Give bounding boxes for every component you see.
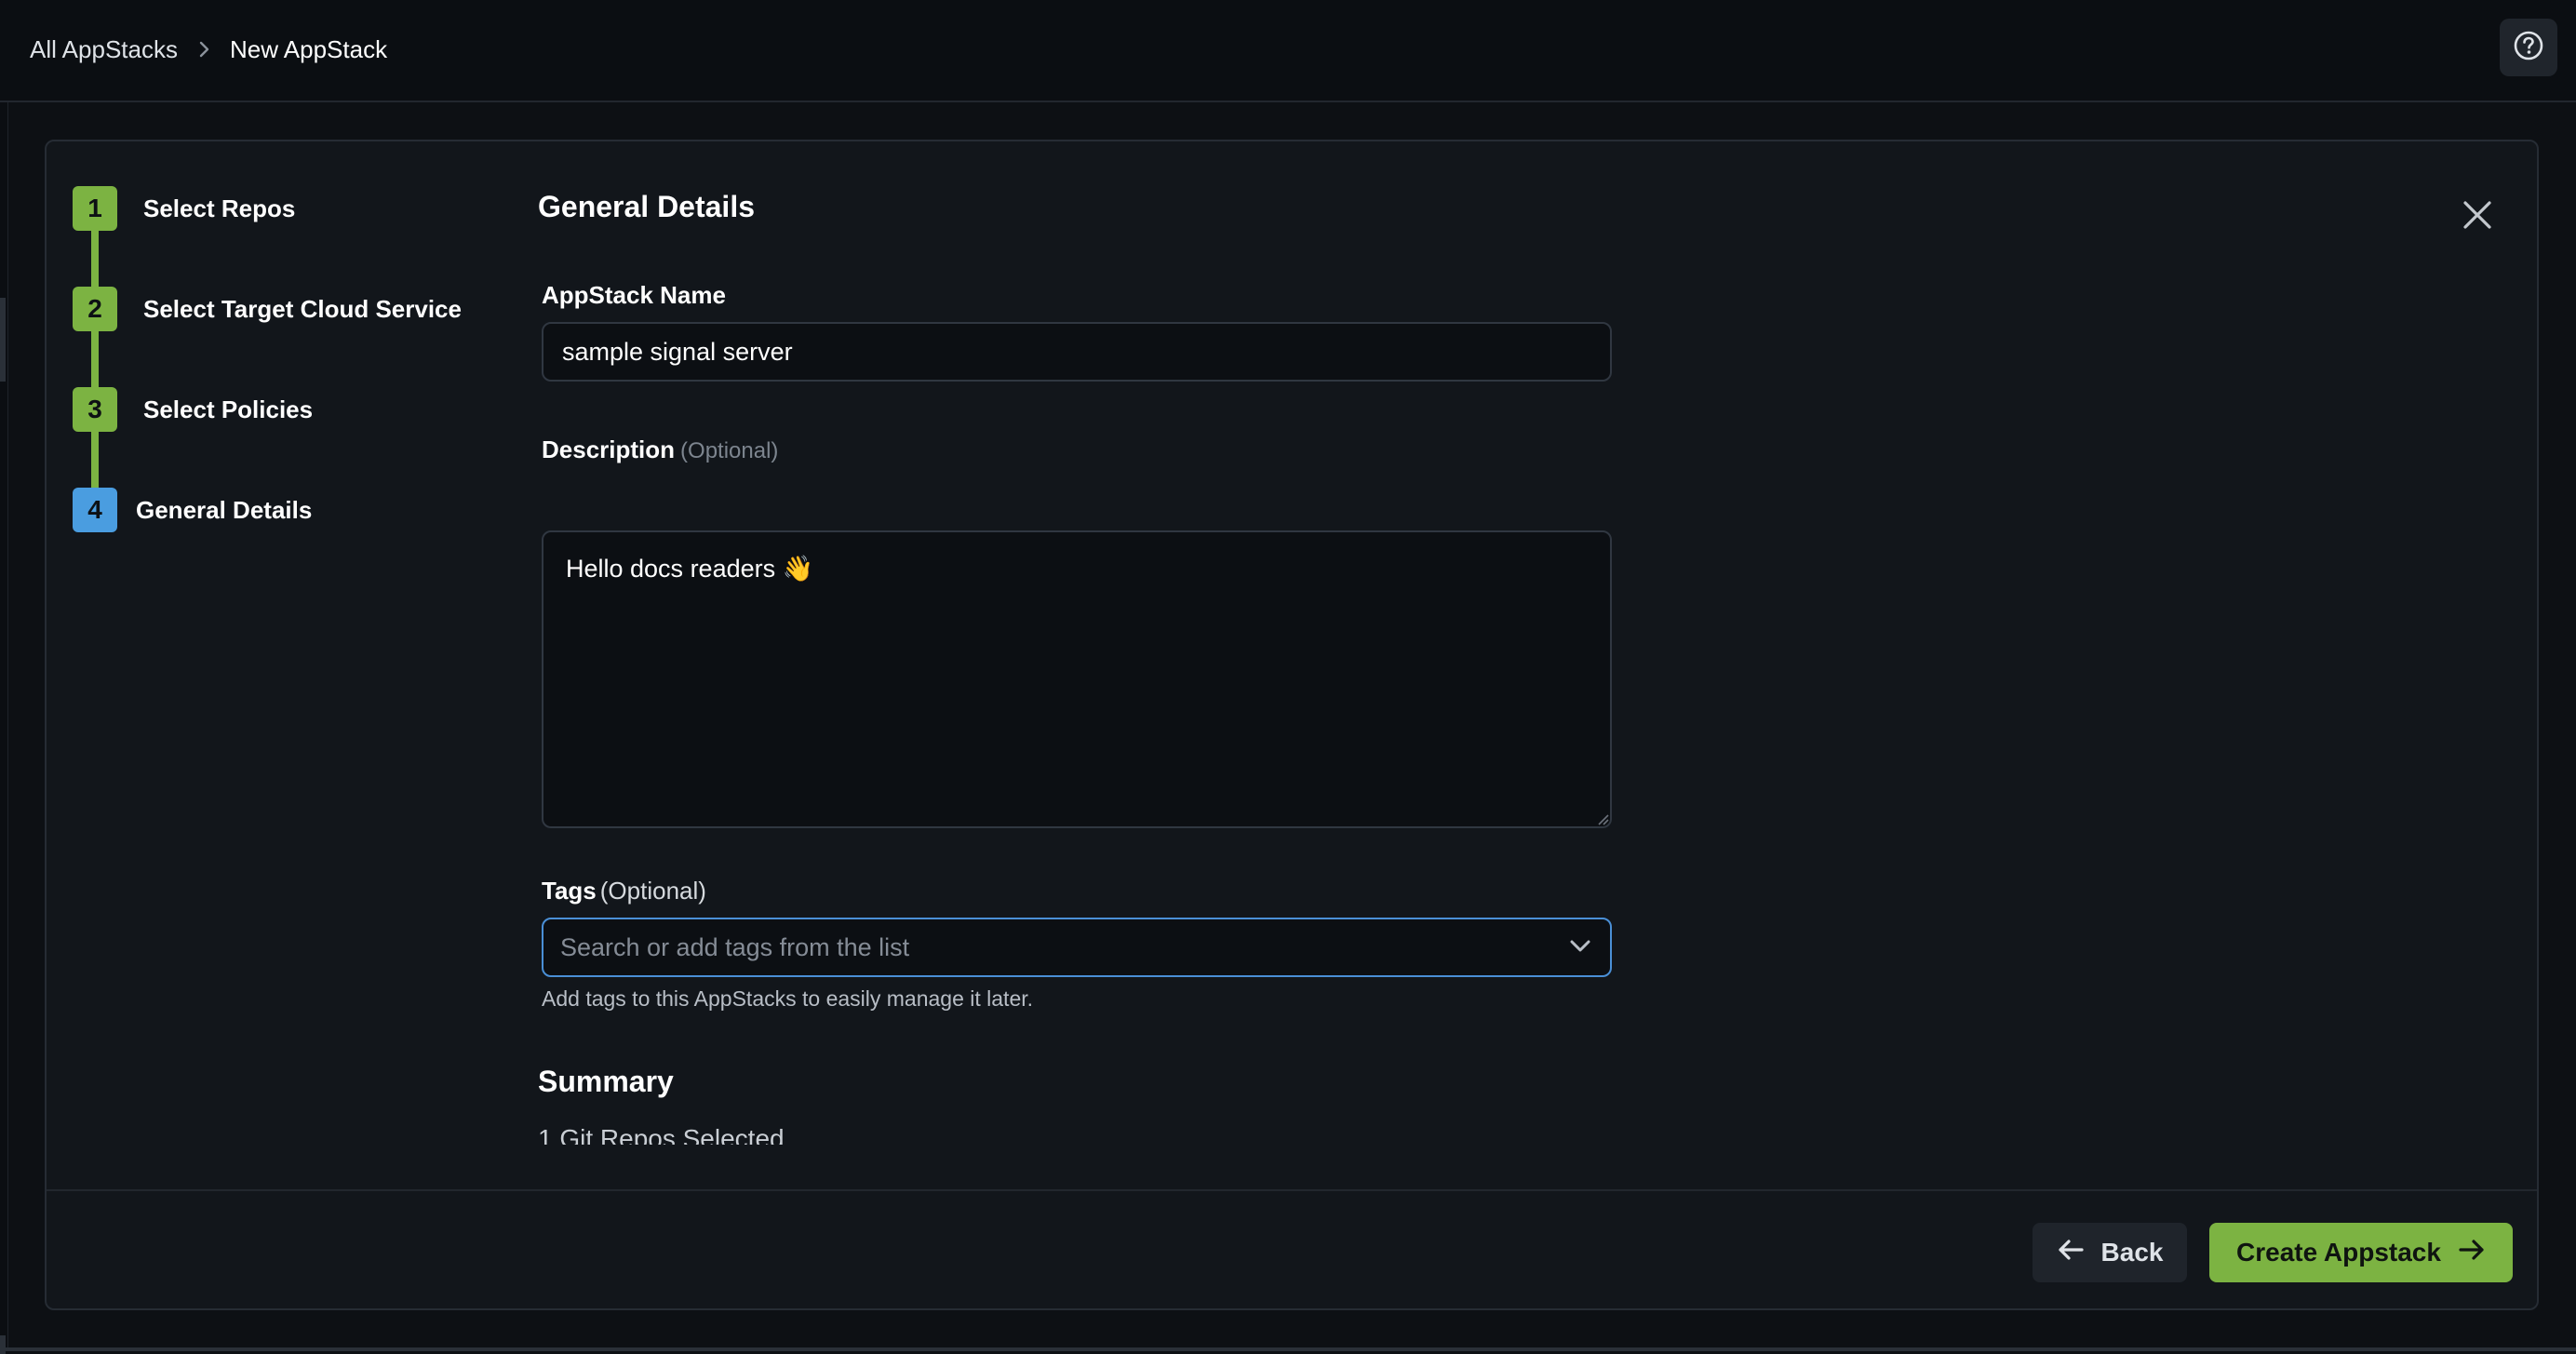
step-general-details[interactable]: 4 General Details bbox=[73, 488, 312, 532]
summary-item: 1 Git Repos Selected bbox=[538, 1128, 785, 1145]
label-text: Description bbox=[542, 436, 676, 463]
step-number: 4 bbox=[73, 488, 117, 532]
step-number: 1 bbox=[73, 186, 117, 231]
step-label: Select Repos bbox=[143, 194, 296, 222]
step-label: Select Policies bbox=[143, 395, 314, 423]
chevron-down-icon[interactable] bbox=[1567, 936, 1593, 959]
summary-title: Summary bbox=[538, 1065, 674, 1098]
step-number: 2 bbox=[73, 287, 117, 331]
tags-helper-text: Add tags to this AppStacks to easily man… bbox=[542, 986, 1034, 1011]
step-connector bbox=[91, 432, 99, 488]
help-circle-icon bbox=[2513, 30, 2544, 66]
help-button[interactable] bbox=[2500, 19, 2557, 76]
strip-marker bbox=[0, 298, 6, 382]
strip-marker bbox=[0, 1335, 6, 1354]
close-icon bbox=[2462, 199, 2493, 235]
tags-select[interactable]: Search or add tags from the list bbox=[542, 918, 1612, 977]
label-text: AppStack Name bbox=[542, 281, 726, 309]
optional-hint: (Optional) bbox=[599, 877, 706, 905]
step-label: Select Target Cloud Service bbox=[143, 294, 462, 323]
step-number: 3 bbox=[73, 387, 117, 432]
step-connector bbox=[91, 231, 99, 287]
tags-label: Tags (Optional) bbox=[542, 877, 706, 905]
create-appstack-button[interactable]: Create Appstack bbox=[2209, 1223, 2513, 1282]
close-button[interactable] bbox=[2454, 194, 2501, 240]
step-select-repos[interactable]: 1 Select Repos bbox=[73, 186, 295, 231]
tags-placeholder: Search or add tags from the list bbox=[560, 932, 910, 961]
wizard-panel: 1 Select Repos 2 Select Target Cloud Ser… bbox=[45, 140, 2539, 1310]
breadcrumb: All AppStacks New AppStack bbox=[30, 34, 387, 65]
bottom-edge bbox=[0, 1347, 2576, 1351]
top-bar: All AppStacks New AppStack bbox=[0, 0, 2576, 102]
resize-grip-icon[interactable] bbox=[1595, 811, 1610, 826]
chevron-right-icon bbox=[198, 40, 211, 59]
arrow-left-icon bbox=[2057, 1238, 2085, 1268]
appstack-name-label: AppStack Name bbox=[542, 281, 726, 310]
breadcrumb-all-appstacks[interactable]: All AppStacks bbox=[30, 35, 178, 64]
step-connector bbox=[91, 331, 99, 387]
step-select-target-cloud-service[interactable]: 2 Select Target Cloud Service bbox=[73, 287, 462, 331]
step-select-policies[interactable]: 3 Select Policies bbox=[73, 387, 313, 432]
step-label: General Details bbox=[136, 495, 313, 524]
breadcrumb-new-appstack: New AppStack bbox=[229, 34, 388, 63]
appstack-name-input[interactable] bbox=[542, 322, 1612, 382]
back-label: Back bbox=[2100, 1238, 2164, 1267]
arrow-right-icon bbox=[2458, 1238, 2486, 1268]
summary-list: 1 Git Repos Selected bbox=[538, 1128, 1096, 1145]
description-label: Description (Optional) bbox=[542, 436, 778, 464]
footer-divider bbox=[47, 1189, 2537, 1191]
section-title: General Details bbox=[538, 190, 755, 223]
create-label: Create Appstack bbox=[2236, 1238, 2441, 1267]
label-text: Tags bbox=[542, 877, 597, 905]
back-button[interactable]: Back bbox=[2033, 1223, 2187, 1282]
description-textarea[interactable]: Hello docs readers 👋 bbox=[542, 530, 1612, 828]
left-edge-strip bbox=[0, 102, 8, 1354]
optional-hint: (Optional) bbox=[680, 438, 779, 463]
